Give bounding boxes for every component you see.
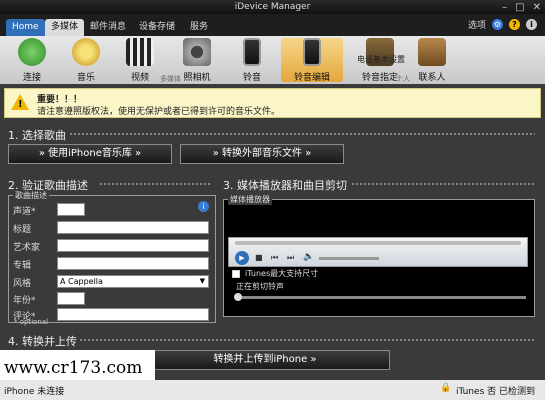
settings-icon[interactable]: ⚙ [492, 19, 503, 30]
address-book-icon [418, 38, 446, 66]
media-player-title: 媒体播放器 [228, 194, 272, 205]
camera-label: 照相机 [183, 73, 211, 83]
player-controls: ▶ ■ ⏮ ⏭ 🔈 [228, 237, 528, 267]
play-icon[interactable]: ▶ [235, 251, 249, 265]
section3-title: 3. 媒体播放器和曲目剪切 [223, 179, 347, 192]
tab-mail[interactable]: 邮件消息 [84, 19, 132, 36]
contacts-label: 联系人 [418, 73, 446, 83]
clapperboard-icon [126, 38, 154, 66]
use-iphone-library-button[interactable]: » 使用iPhone音乐库 » [8, 144, 172, 164]
video-label: 视频 [130, 73, 149, 83]
tab-multimedia[interactable]: 多媒体 [45, 19, 85, 36]
ringtone-edit-label: 铃音编辑 [293, 73, 330, 83]
maximize-icon[interactable]: □ [515, 1, 524, 15]
title-bar: iDevice Manager – □ ✕ [0, 0, 545, 14]
track-input[interactable] [57, 203, 85, 216]
artist-label: 艺术家 [13, 243, 41, 253]
phone-icon [243, 38, 261, 66]
cutting-label: 正在剪切铃声 [236, 282, 284, 291]
song-description-title: 歌曲描述 [13, 190, 49, 201]
chevron-down-icon: ▼ [199, 277, 205, 285]
tab-bar: Home 多媒体 邮件消息 设备存储 服务 选项 ⚙ ? i [0, 14, 545, 36]
connect-icon [18, 38, 46, 66]
genre-select[interactable]: A Cappella ▼ [57, 275, 209, 288]
year-label: 年份* [13, 296, 36, 306]
camera-button[interactable]: 照相机 [177, 38, 217, 83]
minimize-icon[interactable]: – [502, 1, 507, 15]
phone-music-icon [303, 38, 321, 66]
ringtone-edit-button[interactable]: 铃音编辑 [281, 38, 343, 83]
video-button[interactable]: 视频 [120, 38, 160, 83]
volume-slider[interactable] [319, 257, 379, 260]
info-icon[interactable]: i [198, 201, 209, 212]
next-icon[interactable]: ⏭ [287, 253, 294, 263]
status-bar: iPhone 未连接 🔒 iTunes 否 已检测到 [0, 380, 545, 400]
phone-settings-overlay: 电话基本设置 [357, 55, 405, 64]
ribbon-group-label-personal: 个人 [396, 75, 410, 83]
year-input[interactable] [57, 292, 85, 305]
maxsize-label: iTunes最大支持尺寸 [245, 269, 319, 278]
speaker-icon [72, 38, 100, 66]
music-label: 音乐 [76, 73, 95, 83]
close-icon[interactable]: ✕ [533, 1, 541, 15]
connect-label: 连接 [22, 73, 41, 83]
ribbon-toolbar: 连接 音乐 视频 照相机 铃音 铃音编辑 铃音指定 电话基本设置 联系人 多媒体… [0, 36, 545, 84]
help-icon[interactable]: ? [509, 19, 520, 30]
tab-home[interactable]: Home [6, 19, 45, 36]
genre-label: 风格 [13, 279, 32, 289]
lock-icon: 🔒 [440, 383, 452, 393]
connect-button[interactable]: 连接 [12, 38, 52, 83]
volume-icon[interactable]: 🔈 [303, 252, 314, 262]
title-input[interactable] [57, 221, 209, 234]
album-input[interactable] [57, 257, 209, 270]
track-label: 声道* [13, 207, 36, 217]
copyright-warning: ! 重要！！！ 请注意遵照版权法，使用无保护或者已得到许可的音乐文件。 [4, 88, 541, 118]
ribbon-group-label: 多媒体 [160, 75, 181, 83]
ringtone-label: 铃音 [242, 73, 261, 83]
title-label: 标题 [13, 225, 32, 235]
cut-range-slider[interactable] [236, 296, 526, 299]
camera-icon [183, 38, 211, 66]
genre-value: A Cappella [60, 277, 103, 286]
section1-title: 1. 选择歌曲 [8, 129, 66, 142]
seek-bar[interactable] [235, 241, 521, 245]
ringtone-button[interactable]: 铃音 [232, 38, 272, 83]
cut-start-handle[interactable] [234, 293, 242, 301]
contacts-button[interactable]: 联系人 [412, 38, 452, 83]
maxsize-checkbox[interactable] [232, 270, 240, 278]
song-description-panel: 歌曲描述 声道* i 标题 艺术家 专辑 风格 A Cappella ▼ 年份*… [8, 190, 216, 323]
tab-storage[interactable]: 设备存储 [133, 19, 181, 36]
stop-icon[interactable]: ■ [255, 253, 263, 262]
album-label: 专辑 [13, 261, 32, 271]
tab-services[interactable]: 服务 [184, 19, 214, 36]
options-link[interactable]: 选项 [468, 18, 486, 31]
convert-upload-button[interactable]: 转换并上传到iPhone » [140, 350, 390, 370]
section4-title: 4. 转换并上传 [8, 335, 77, 348]
itunes-status: iTunes 否 已检测到 [456, 387, 535, 397]
artist-input[interactable] [57, 239, 209, 252]
device-status: iPhone 未连接 [4, 387, 65, 397]
warning-text: 请注意遵照版权法，使用无保护或者已得到许可的音乐文件。 [37, 107, 281, 117]
window-title: iDevice Manager [234, 2, 311, 12]
info-icon[interactable]: i [526, 19, 537, 30]
previous-icon[interactable]: ⏮ [271, 253, 278, 263]
convert-external-file-button[interactable]: » 转换外部音乐文件 » [180, 144, 344, 164]
comment-input[interactable] [57, 308, 209, 321]
music-button[interactable]: 音乐 [66, 38, 106, 83]
optional-note: * optional [14, 318, 49, 326]
